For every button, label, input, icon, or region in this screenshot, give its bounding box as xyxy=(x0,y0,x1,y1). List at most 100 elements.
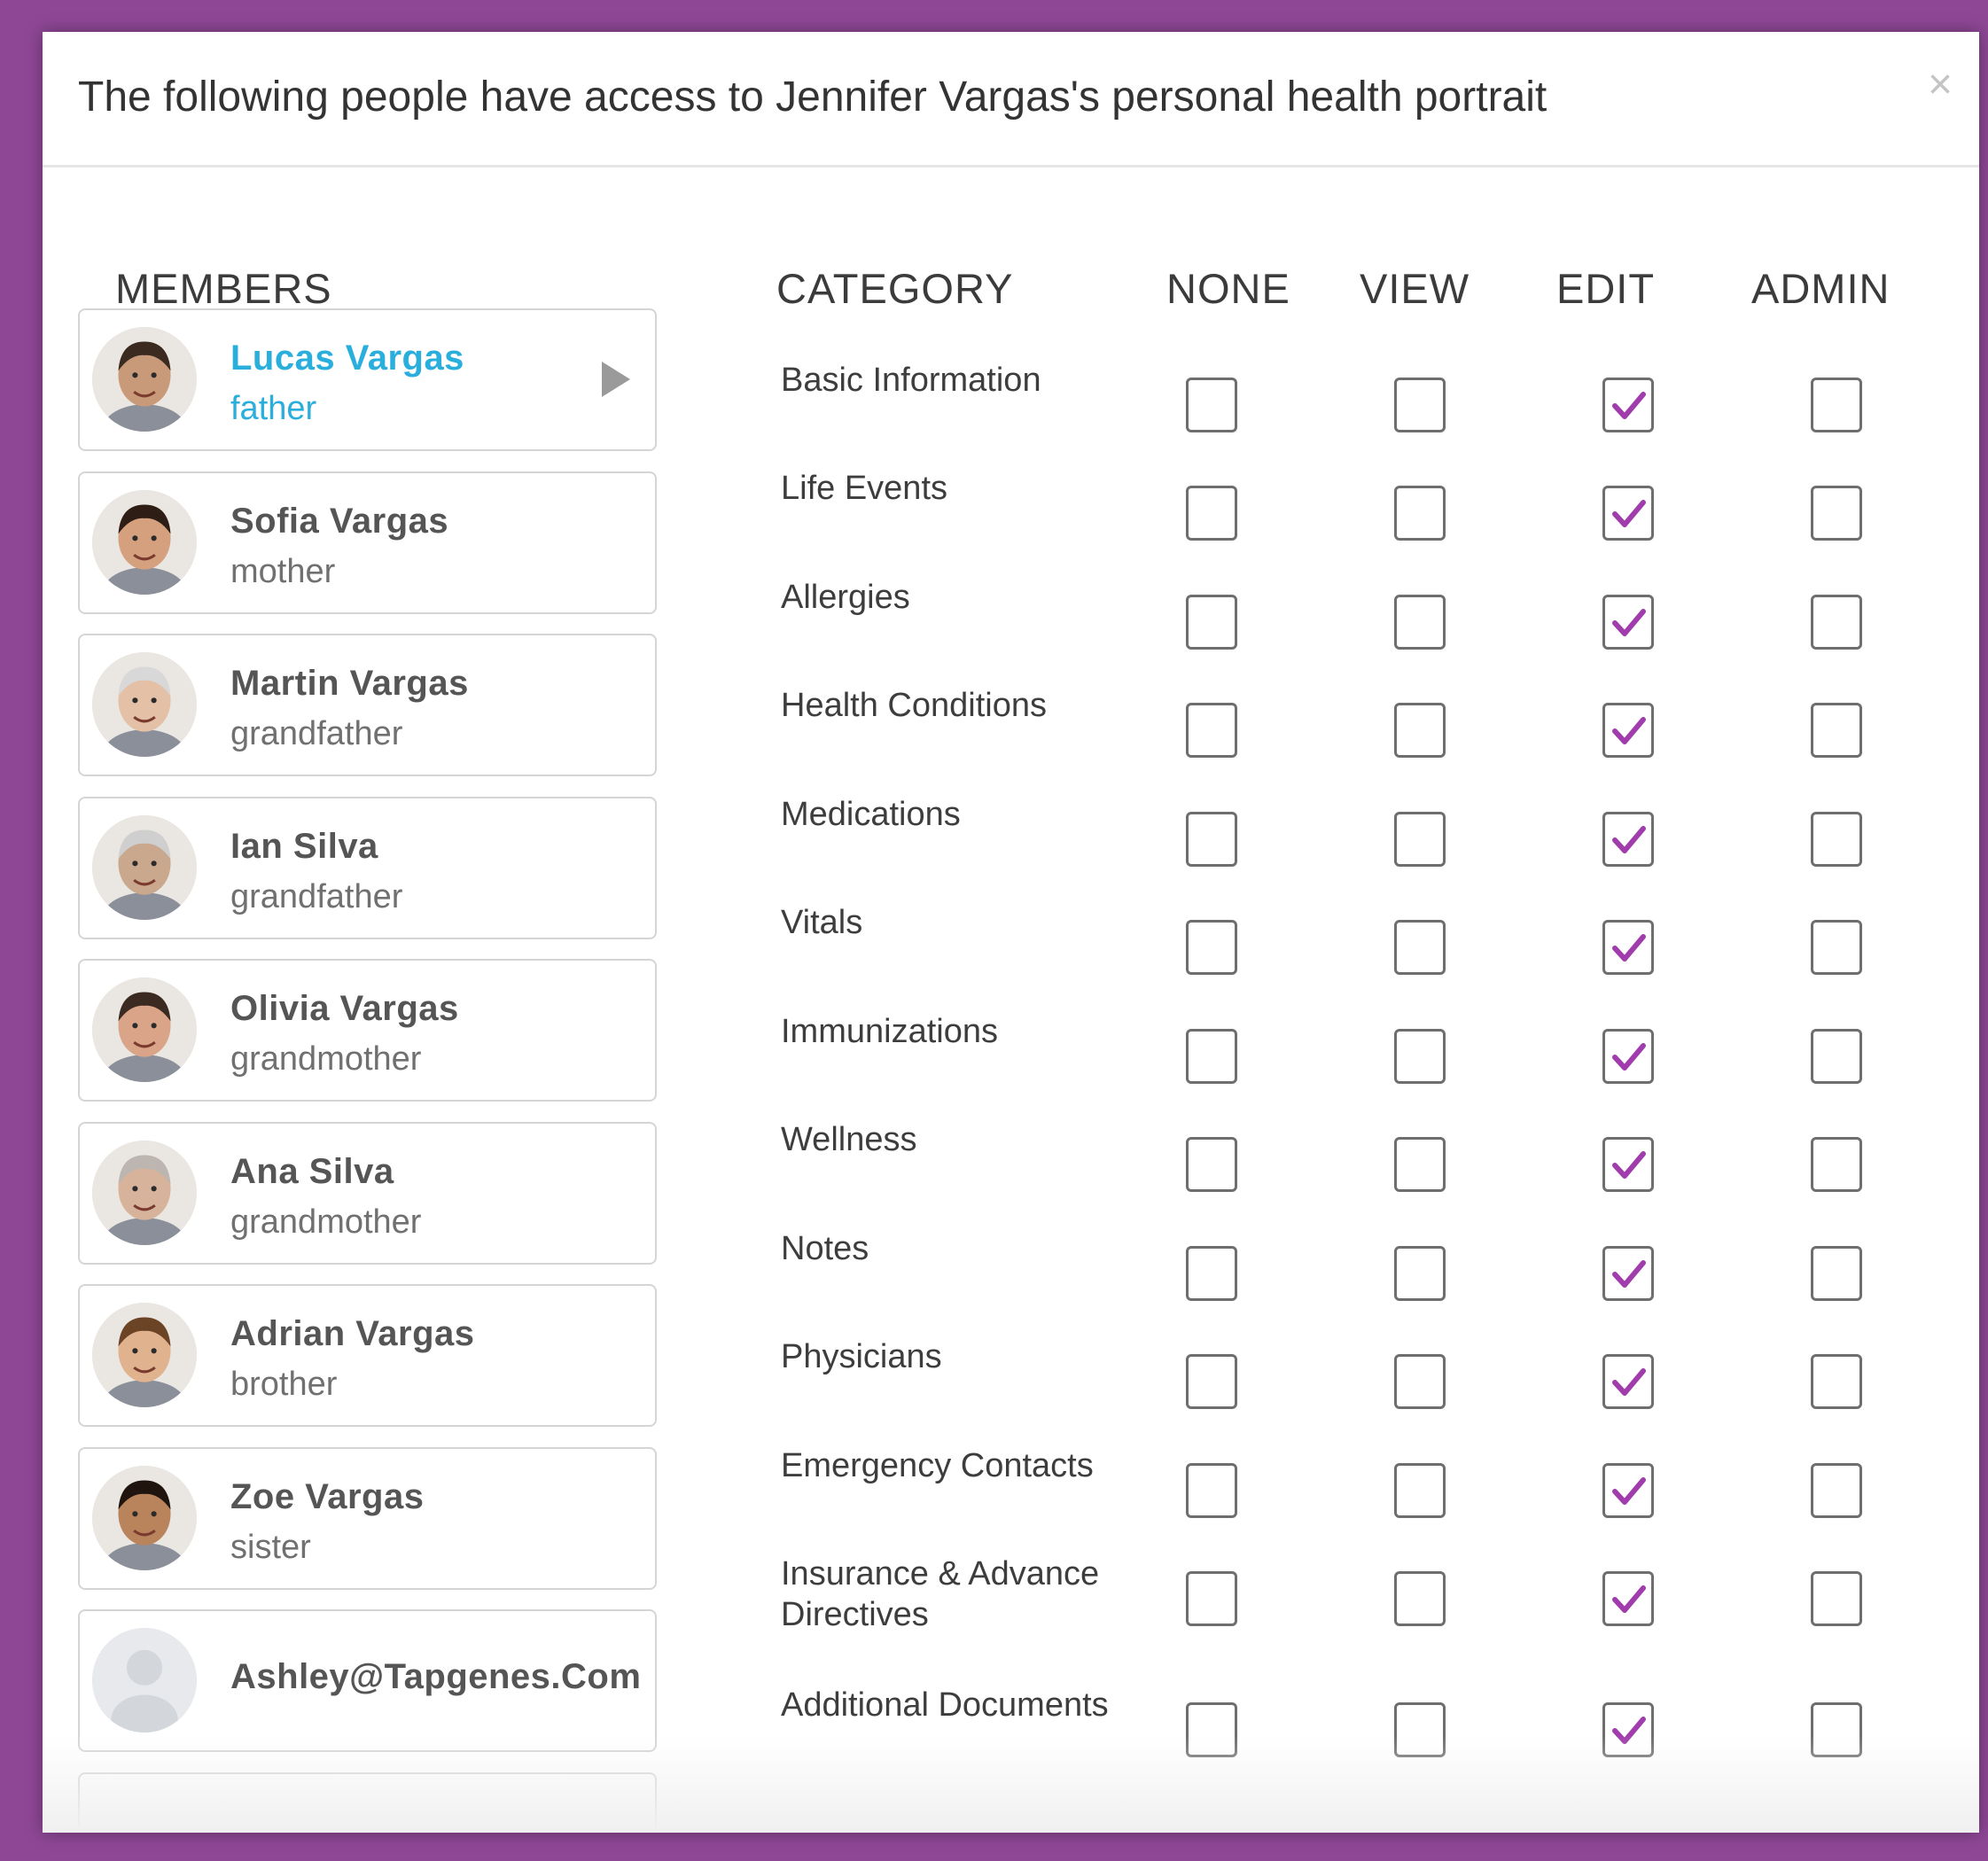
view-checkbox[interactable] xyxy=(1394,1029,1446,1084)
admin-checkbox[interactable] xyxy=(1811,378,1862,432)
checkmark-icon xyxy=(1612,1043,1646,1071)
admin-checkbox[interactable] xyxy=(1811,703,1862,758)
member-role: grandfather xyxy=(230,878,403,915)
member-card[interactable]: Ashley@Tapgenes.Com xyxy=(78,1609,657,1752)
access-modal: The following people have access to Jenn… xyxy=(43,32,1979,1833)
member-card[interactable]: Ian Silva grandfather xyxy=(78,797,657,939)
member-card-partial[interactable] xyxy=(78,1772,657,1829)
admin-checkbox[interactable] xyxy=(1811,1354,1862,1409)
edit-checkbox[interactable] xyxy=(1602,703,1654,758)
member-card[interactable]: Sofia Vargas mother xyxy=(78,471,657,614)
members-header: MEMBERS xyxy=(115,265,332,312)
category-label: Notes xyxy=(781,1230,869,1267)
edit-checkbox[interactable] xyxy=(1602,1702,1654,1757)
avatar xyxy=(92,977,197,1082)
avatar xyxy=(92,815,197,920)
none-checkbox[interactable] xyxy=(1186,1463,1237,1518)
member-name: Zoe Vargas xyxy=(230,1477,425,1516)
edit-checkbox[interactable] xyxy=(1602,1354,1654,1409)
edit-checkbox[interactable] xyxy=(1602,486,1654,541)
view-checkbox[interactable] xyxy=(1394,920,1446,975)
member-card[interactable]: Martin Vargas grandfather xyxy=(78,634,657,776)
member-name: Ashley@Tapgenes.Com xyxy=(230,1657,642,1696)
member-card[interactable]: Olivia Vargas grandmother xyxy=(78,959,657,1102)
avatar xyxy=(92,327,197,432)
edit-checkbox[interactable] xyxy=(1602,1029,1654,1084)
avatar xyxy=(92,652,197,757)
play-arrow-icon xyxy=(602,362,630,397)
admin-checkbox[interactable] xyxy=(1811,1137,1862,1192)
checkmark-icon xyxy=(1612,1368,1646,1396)
checkmark-icon xyxy=(1612,1260,1646,1288)
member-name: Adrian Vargas xyxy=(230,1314,475,1353)
category-label: Wellness xyxy=(781,1121,917,1158)
none-checkbox[interactable] xyxy=(1186,812,1237,867)
view-checkbox[interactable] xyxy=(1394,1137,1446,1192)
member-card[interactable]: Zoe Vargas sister xyxy=(78,1447,657,1590)
edit-checkbox[interactable] xyxy=(1602,812,1654,867)
none-checkbox[interactable] xyxy=(1186,1354,1237,1409)
edit-checkbox[interactable] xyxy=(1602,1571,1654,1626)
view-checkbox[interactable] xyxy=(1394,703,1446,758)
edit-checkbox[interactable] xyxy=(1602,1463,1654,1518)
edit-header: EDIT xyxy=(1556,265,1656,312)
view-checkbox[interactable] xyxy=(1394,378,1446,432)
checkmark-icon xyxy=(1612,609,1646,636)
admin-checkbox[interactable] xyxy=(1811,486,1862,541)
view-checkbox[interactable] xyxy=(1394,1246,1446,1301)
member-role: grandfather xyxy=(230,715,403,752)
edit-checkbox[interactable] xyxy=(1602,378,1654,432)
view-checkbox[interactable] xyxy=(1394,486,1446,541)
none-checkbox[interactable] xyxy=(1186,1246,1237,1301)
none-checkbox[interactable] xyxy=(1186,703,1237,758)
checkmark-icon xyxy=(1612,500,1646,527)
edit-checkbox[interactable] xyxy=(1602,595,1654,650)
admin-checkbox[interactable] xyxy=(1811,1571,1862,1626)
edit-checkbox[interactable] xyxy=(1602,1246,1654,1301)
view-checkbox[interactable] xyxy=(1394,1354,1446,1409)
member-card[interactable]: Adrian Vargas brother xyxy=(78,1284,657,1427)
category-label: Physicians xyxy=(781,1338,942,1375)
none-checkbox[interactable] xyxy=(1186,1029,1237,1084)
checkmark-icon xyxy=(1612,1717,1646,1744)
none-checkbox[interactable] xyxy=(1186,920,1237,975)
checkmark-icon xyxy=(1612,826,1646,853)
category-label: Emergency Contacts xyxy=(781,1447,1094,1484)
none-checkbox[interactable] xyxy=(1186,1702,1237,1757)
member-card[interactable]: Lucas Vargas father xyxy=(78,308,657,451)
view-header: VIEW xyxy=(1360,265,1470,312)
edit-checkbox[interactable] xyxy=(1602,920,1654,975)
admin-checkbox[interactable] xyxy=(1811,1029,1862,1084)
admin-checkbox[interactable] xyxy=(1811,812,1862,867)
member-role: grandmother xyxy=(230,1040,422,1078)
avatar xyxy=(92,490,197,595)
admin-checkbox[interactable] xyxy=(1811,920,1862,975)
view-checkbox[interactable] xyxy=(1394,812,1446,867)
close-icon[interactable]: × xyxy=(1928,64,1953,106)
view-checkbox[interactable] xyxy=(1394,1571,1446,1626)
view-checkbox[interactable] xyxy=(1394,1463,1446,1518)
members-list[interactable]: Lucas Vargas father Sofia Vargas mother Mart… xyxy=(78,308,663,1829)
checkmark-icon xyxy=(1612,717,1646,744)
none-header: NONE xyxy=(1166,265,1290,312)
none-checkbox[interactable] xyxy=(1186,1137,1237,1192)
admin-checkbox[interactable] xyxy=(1811,1246,1862,1301)
none-checkbox[interactable] xyxy=(1186,1571,1237,1626)
edit-checkbox[interactable] xyxy=(1602,1137,1654,1192)
category-label: Immunizations xyxy=(781,1013,998,1050)
view-checkbox[interactable] xyxy=(1394,1702,1446,1757)
admin-checkbox[interactable] xyxy=(1811,1702,1862,1757)
member-name: Martin Vargas xyxy=(230,664,469,703)
member-role: father xyxy=(230,390,317,427)
default-user-icon xyxy=(92,1628,197,1733)
none-checkbox[interactable] xyxy=(1186,378,1237,432)
none-checkbox[interactable] xyxy=(1186,595,1237,650)
none-checkbox[interactable] xyxy=(1186,486,1237,541)
admin-header: ADMIN xyxy=(1751,265,1891,312)
category-label: Additional Documents xyxy=(781,1686,1109,1724)
modal-header: The following people have access to Jenn… xyxy=(43,32,1979,167)
admin-checkbox[interactable] xyxy=(1811,1463,1862,1518)
view-checkbox[interactable] xyxy=(1394,595,1446,650)
admin-checkbox[interactable] xyxy=(1811,595,1862,650)
member-card[interactable]: Ana Silva grandmother xyxy=(78,1122,657,1265)
